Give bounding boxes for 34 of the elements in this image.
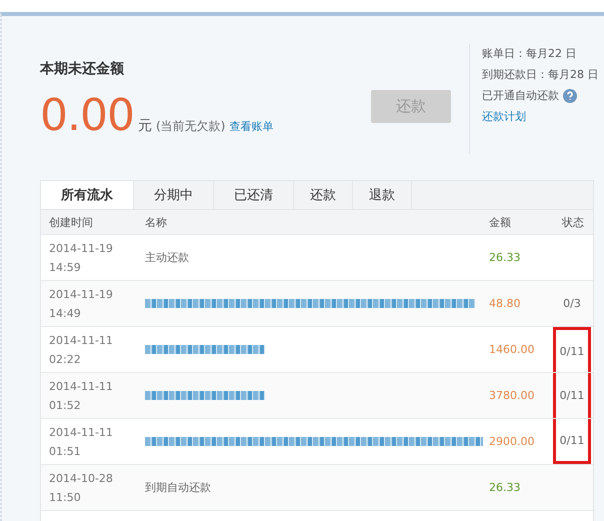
section-title: 本期未还金额 — [40, 60, 125, 78]
name-cell-text: 主动还款 — [145, 250, 190, 265]
tab[interactable]: 分期中 — [134, 181, 214, 209]
date-cell-text: 2014-11-19 14:59 — [49, 240, 114, 276]
amount-value: 0.00 — [40, 90, 134, 141]
column-header: 状态 — [561, 214, 585, 230]
tab[interactable]: 还款 — [294, 181, 353, 209]
info-text: 账单日：每月22 日 — [482, 46, 578, 61]
amount-cell-text: 26.33 — [489, 481, 522, 494]
column-header: 名称 — [145, 214, 168, 230]
amount-cell-text: 2900.00 — [489, 435, 536, 448]
date-cell-text: 2014-11-11 02:22 — [49, 332, 114, 368]
currency-unit: 元 — [138, 117, 152, 135]
info-text: 到期还款日：每月28 日 — [482, 67, 594, 82]
date-cell-text: 2014-11-19 14:49 — [49, 286, 114, 322]
help-icon[interactable] — [563, 88, 577, 102]
column-header: 金额 — [489, 214, 512, 230]
amount-note: (当前无欠款) — [156, 118, 226, 135]
view-bill-link[interactable]: 查看账单 — [229, 119, 274, 134]
amount-cell-text: 26.33 — [489, 251, 522, 264]
tab[interactable]: 已还清 — [214, 181, 294, 209]
tab[interactable]: 所有流水 — [41, 181, 134, 209]
repay-plan-link[interactable]: 还款计划 — [482, 109, 594, 124]
status-cell-text: 0/3 — [562, 296, 582, 312]
column-header: 创建时间 — [49, 214, 94, 230]
amount-cell-text: 48.80 — [489, 297, 522, 310]
date-cell-text: 2014-10-28 11:50 — [49, 470, 114, 506]
date-cell-text: 2014-11-11 01:51 — [49, 424, 114, 460]
date-cell-text: 2014-11-11 01:52 — [49, 378, 114, 414]
auto-repay-text: 已开通自动还款 — [482, 88, 559, 103]
amount-cell-text: 3780.00 — [489, 389, 536, 402]
name-cell-text: 到期自动还款 — [145, 480, 212, 495]
amount-cell-text: 1460.00 — [489, 343, 536, 356]
tab[interactable]: 退款 — [353, 181, 412, 209]
